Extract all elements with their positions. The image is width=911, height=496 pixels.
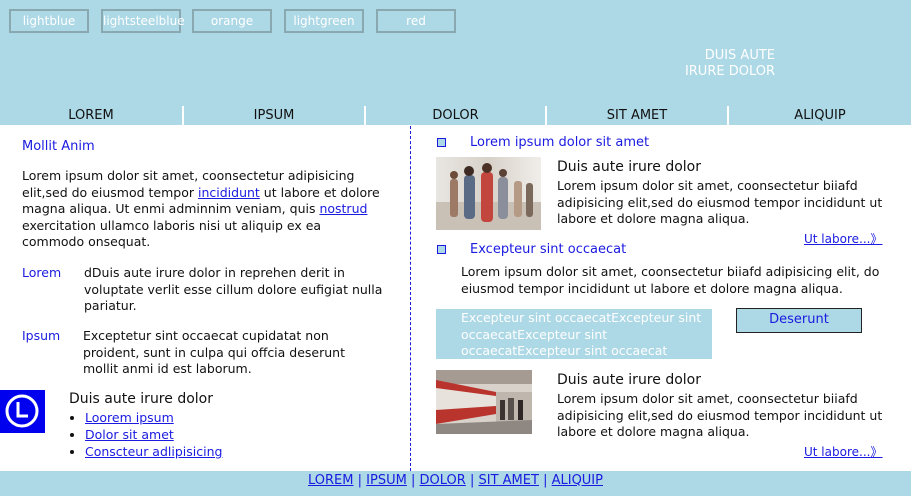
nav-item-sit-amet[interactable]: SIT AMET	[547, 106, 727, 125]
card2-more-link[interactable]: Ut labore...》	[804, 443, 882, 460]
bullet-square-icon	[437, 138, 446, 147]
swatch-button-red[interactable]: red	[376, 9, 456, 33]
list-item: Conscteur adlipisicing	[85, 443, 222, 460]
definition-term-lorem: Lorem	[22, 265, 62, 280]
swatch-button-orange[interactable]: orange	[192, 9, 272, 33]
definition-text-lorem: dDuis aute irure dolor in reprehen derit…	[84, 265, 383, 313]
card1-text: Lorem ipsum dolor sit amet, coonsectetur…	[557, 178, 883, 226]
footer-link-sit-amet[interactable]: SIT AMET	[478, 473, 538, 488]
link-list: Loorem ipsum Dolor sit amet Conscteur ad…	[85, 409, 222, 460]
nav-item-aliquip[interactable]: ALIQUIP	[729, 106, 911, 125]
clock-logo	[0, 390, 45, 433]
right-heading-2: Excepteur sint occaecat	[470, 242, 627, 257]
header-note-line1: DUIS AUTE	[704, 48, 775, 63]
main-nav: LOREM IPSUM DOLOR SIT AMET ALIQUIP	[0, 105, 911, 125]
footer: LOREM | IPSUM | DOLOR | SIT AMET | ALIQU…	[0, 471, 911, 496]
definition-term-ipsum: Ipsum	[22, 328, 61, 343]
crowd-photo	[436, 157, 541, 230]
footer-link-dolor[interactable]: DOLOR	[420, 473, 466, 488]
incididunt-link[interactable]: incididunt	[198, 185, 260, 200]
list-link-loorem-ipsum[interactable]: Loorem ipsum	[85, 410, 174, 425]
highlight-box: Excepteur sint occaecatExcepteur sint oc…	[436, 309, 712, 359]
footer-separator: |	[469, 473, 475, 488]
train-photo	[436, 370, 532, 434]
deserunt-button[interactable]: Deserunt	[736, 308, 862, 333]
card1-more-link[interactable]: Ut labore...》	[804, 230, 882, 247]
card1-title: Duis aute irure dolor	[557, 159, 701, 175]
list-item: Dolor sit amet	[85, 426, 222, 443]
nav-item-ipsum[interactable]: IPSUM	[184, 106, 364, 125]
nav-item-dolor[interactable]: DOLOR	[366, 106, 545, 125]
left-paragraph: Lorem ipsum dolor sit amet, coonsectetur…	[22, 168, 382, 251]
list-link-dolor-sit-amet[interactable]: Dolor sit amet	[85, 427, 174, 442]
footer-link-ipsum[interactable]: IPSUM	[366, 473, 407, 488]
list-item: Loorem ipsum	[85, 409, 222, 426]
footer-separator: |	[543, 473, 548, 488]
left-column: Mollit Anim Lorem ipsum dolor sit amet, …	[22, 139, 382, 251]
footer-link-aliquip[interactable]: ALIQUIP	[552, 473, 603, 488]
right-heading-1: Lorem ipsum dolor sit amet	[470, 135, 650, 150]
header-note-line2: IRURE DOLOR	[684, 64, 775, 79]
right-paragraph-2: Lorem ipsum dolor sit amet, coonsectetur…	[461, 264, 880, 296]
bullet-square-icon	[437, 245, 446, 254]
list-link-conscteur[interactable]: Conscteur adlipisicing	[85, 444, 222, 459]
card2-text: Lorem ipsum dolor sit amet, coonsectetur…	[557, 391, 883, 439]
header: lightblue lightsteelblue orange lightgre…	[0, 0, 911, 105]
list-title: Duis aute irure dolor	[69, 391, 213, 407]
clock-icon	[5, 394, 39, 428]
card2-title: Duis aute irure dolor	[557, 372, 701, 388]
highlight-text: Excepteur sint occaecatExcepteur sint oc…	[461, 310, 702, 358]
swatch-button-lightgreen[interactable]: lightgreen	[284, 9, 364, 33]
footer-separator: |	[357, 473, 363, 488]
nav-item-lorem[interactable]: LOREM	[0, 106, 182, 125]
footer-link-lorem[interactable]: LOREM	[308, 473, 353, 488]
footer-separator: |	[410, 473, 416, 488]
nostrud-link[interactable]: nostrud	[319, 201, 367, 216]
paragraph-text: exercitation ullamco laboris nisi ut ali…	[22, 217, 322, 250]
swatch-button-lightblue[interactable]: lightblue	[9, 9, 89, 33]
header-note: DUIS AUTE IRURE DOLOR	[650, 48, 775, 80]
left-title: Mollit Anim	[22, 139, 95, 154]
definition-text-ipsum: Exceptetur sint occaecat cupidatat non p…	[83, 328, 346, 376]
column-divider	[410, 126, 411, 471]
swatch-button-lightsteelblue[interactable]: lightsteelblue	[101, 9, 185, 33]
